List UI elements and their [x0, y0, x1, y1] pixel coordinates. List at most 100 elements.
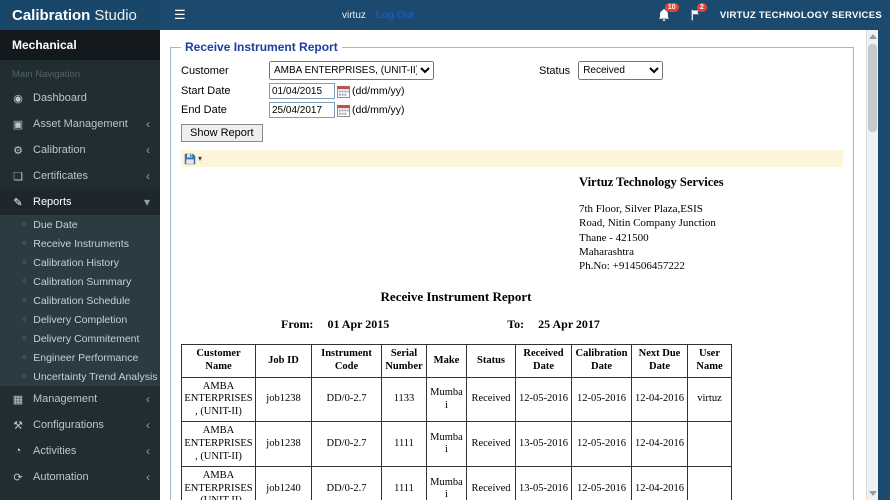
- to-label: To:: [507, 317, 525, 332]
- certificate-icon: ❏: [13, 170, 23, 183]
- table-cell: AMBA ENTERPRISES, (UNIT-II): [181, 421, 256, 468]
- chevron-left-icon: ‹: [146, 143, 150, 157]
- notification-bell-icon[interactable]: 10: [656, 3, 679, 23]
- sidebar-item-label: Calibration: [33, 144, 86, 156]
- nav-section-label: Main Navigation: [12, 69, 81, 80]
- column-header: Instrument Code: [311, 344, 382, 378]
- show-report-button[interactable]: Show Report: [181, 124, 263, 142]
- monitor-icon: ▣: [12, 118, 24, 131]
- address-line: Ph.No: +914506457222: [579, 260, 685, 273]
- table-row: AMBA ENTERPRISES, (UNIT-II) job1238 DD/0-2…: [181, 421, 732, 468]
- sidebar-item-configurations[interactable]: ⚒ Configurations ‹: [0, 412, 160, 438]
- table-cell: Mumbai: [426, 466, 467, 500]
- sidebar-item-activities[interactable]: ◔ Activities ‹: [0, 438, 160, 464]
- header-right: 10 2 VIRTUZ TECHNOLOGY SERVICES: [656, 0, 882, 30]
- status-label: Status: [539, 64, 571, 77]
- sidebar-subitem-receive-instruments[interactable]: ○ Receive Instruments: [0, 234, 160, 253]
- end-date-row: End Date (dd/mm/yy): [181, 102, 843, 118]
- scrollbar-thumb[interactable]: [868, 44, 877, 132]
- status-select[interactable]: Received: [578, 61, 664, 80]
- sidebar: Mechanical Main Navigation ◉ Dashboard ▣…: [0, 30, 160, 500]
- column-header: Job ID: [255, 344, 312, 378]
- pencil-icon: ✎: [13, 196, 23, 209]
- right-background-strip: [878, 30, 890, 500]
- sidebar-item-label: Configurations: [33, 419, 104, 431]
- sidebar-item-certificates[interactable]: ❏ Certificates ‹: [0, 163, 160, 189]
- scroll-up-arrow[interactable]: [869, 34, 877, 39]
- customer-select[interactable]: AMBA ENTERPRISES, (UNIT-II): [269, 61, 434, 80]
- circle-icon: ○: [22, 335, 27, 342]
- column-header: User Name: [687, 344, 732, 378]
- export-dropdown-caret[interactable]: ▾: [198, 154, 202, 163]
- sidebar-subitem-calibration-schedule[interactable]: ○ Calibration Schedule: [0, 291, 160, 310]
- calendar-icon[interactable]: [337, 85, 350, 98]
- circle-icon: ○: [22, 297, 27, 304]
- sidebar-item-automation[interactable]: ⟳ Automation ‹: [0, 464, 160, 490]
- circle-icon: ○: [22, 221, 27, 228]
- vertical-scrollbar[interactable]: [866, 30, 878, 500]
- sidebar-item-management[interactable]: ▦ Management ‹: [0, 386, 160, 412]
- export-save-icon[interactable]: [184, 153, 196, 165]
- sidebar-subitem-delivery-commitement[interactable]: ○ Delivery Commitement: [0, 329, 160, 348]
- sidebar-subitem-label: Receive Instruments: [33, 237, 129, 250]
- sidebar-item-label: Activities: [33, 445, 77, 457]
- sidebar-item-label: Certificates: [33, 170, 89, 182]
- table-cell: 12-05-2016: [515, 376, 572, 423]
- start-date-input[interactable]: [269, 83, 335, 99]
- date-format-hint: (dd/mm/yy): [352, 85, 405, 97]
- end-date-input[interactable]: [269, 102, 335, 118]
- table-cell: Mumbai: [426, 421, 467, 468]
- sidebar-subitem-label: Calibration History: [33, 256, 120, 269]
- chevron-down-icon: ▾: [143, 195, 150, 209]
- table-header-row: Customer Name Job ID Instrument Code Serial…: [181, 344, 732, 378]
- table-cell: job1238: [255, 421, 312, 468]
- calendar-icon[interactable]: [337, 104, 350, 117]
- sidebar-item-dashboard[interactable]: ◉ Dashboard: [0, 85, 160, 111]
- scroll-down-arrow[interactable]: [869, 491, 877, 496]
- sidebar-subitem-calibration-history[interactable]: ○ Calibration History: [0, 253, 160, 272]
- table-row: AMBA ENTERPRISES, (UNIT-II)job1240DD/0-2…: [181, 466, 732, 500]
- app-logo[interactable]: Calibration Studio: [0, 0, 160, 30]
- grid-icon: ▦: [12, 393, 24, 406]
- table-cell: 13-05-2016: [515, 421, 572, 468]
- end-date-label: End Date: [181, 104, 227, 116]
- flag-badge: 2: [696, 3, 707, 12]
- chevron-left-icon: ‹: [146, 392, 150, 406]
- sidebar-subitem-calibration-summary[interactable]: ○ Calibration Summary: [0, 272, 160, 291]
- export-toolbar: ▾: [181, 150, 843, 167]
- sidebar-item-label: Automation: [33, 471, 89, 483]
- sidebar-subitem-uncertainty-trend-analysis[interactable]: ○ Uncertainty Trend Analysis: [0, 367, 160, 386]
- table-cell: Received: [466, 376, 516, 423]
- column-header: Status: [466, 344, 516, 378]
- table-cell: 1111: [381, 466, 427, 500]
- table-cell: 1133: [381, 376, 427, 423]
- date-format-hint: (dd/mm/yy): [352, 104, 405, 116]
- table-cell: AMBA ENTERPRISES, (UNIT-II): [181, 376, 256, 423]
- table-cell: Mumbai: [426, 376, 467, 423]
- sidebar-subitem-engineer-performance[interactable]: ○ Engineer Performance: [0, 348, 160, 367]
- sidebar-subitem-due-date[interactable]: ○ Due Date: [0, 215, 160, 234]
- circle-icon: ○: [22, 259, 27, 266]
- column-header: Calibration Date: [571, 344, 632, 378]
- logout-link[interactable]: Log Out: [376, 10, 414, 21]
- sidebar-item-calibration[interactable]: ⚙ Calibration ‹: [0, 137, 160, 163]
- report-body: Virtuz Technology Services 7th Floor, Si…: [181, 175, 843, 500]
- customer-row: Customer AMBA ENTERPRISES, (UNIT-II) Sta…: [181, 61, 843, 80]
- flag-icon-button[interactable]: 2: [688, 3, 707, 23]
- column-header: Next Due Date: [631, 344, 688, 378]
- column-header: Serial Number: [381, 344, 427, 378]
- sidebar-subitem-delivery-completion[interactable]: ○ Delivery Completion: [0, 310, 160, 329]
- report-groupbox: Receive Instrument Report Customer AMBA …: [170, 40, 854, 500]
- sidebar-item-reports[interactable]: ✎ Reports ▾: [0, 189, 160, 215]
- table-cell: job1238: [255, 376, 312, 423]
- reports-submenu: ○ Due Date ○ Receive Instruments ○ Calibratio…: [0, 215, 160, 386]
- table-cell: 12-05-2016: [571, 421, 632, 468]
- table-cell: Received: [466, 421, 516, 468]
- table-cell: 12-05-2016: [571, 466, 632, 500]
- hamburger-menu-icon[interactable]: ☰: [160, 7, 200, 23]
- table-cell: 12-04-2016: [631, 466, 688, 500]
- sidebar-item-asset-management[interactable]: ▣ Asset Management ‹: [0, 111, 160, 137]
- report-title: Receive Instrument Report: [380, 289, 532, 305]
- sidebar-item-label: Reports: [33, 196, 72, 208]
- username-label: virtuz: [342, 9, 366, 21]
